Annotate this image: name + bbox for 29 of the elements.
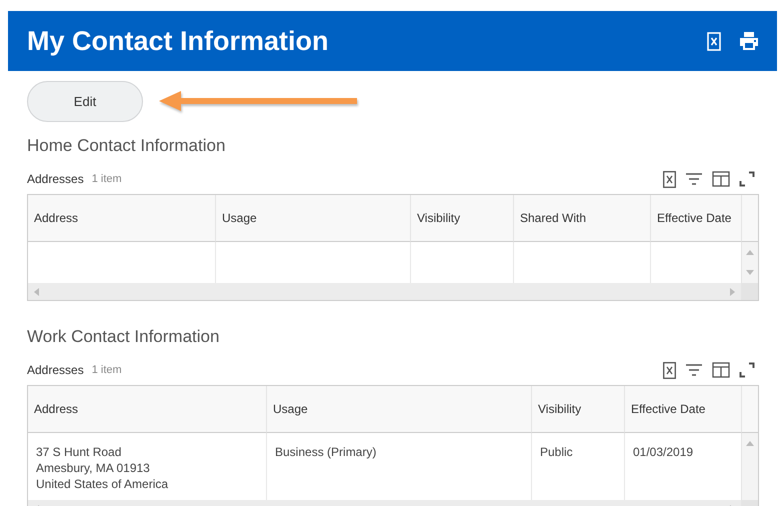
section-title: Home Contact Information <box>27 136 226 156</box>
section-title: Work Contact Information <box>27 327 220 347</box>
expand-icon[interactable] <box>739 171 755 187</box>
vertical-scrollbar[interactable] <box>741 433 758 500</box>
scrollbar-corner <box>741 283 758 300</box>
columns-icon[interactable] <box>712 362 730 378</box>
expand-icon[interactable] <box>739 362 755 378</box>
column-header[interactable]: Address <box>28 386 266 433</box>
column-header[interactable]: Effective Date <box>624 386 741 433</box>
print-icon[interactable] <box>739 31 759 51</box>
filter-icon[interactable] <box>685 172 703 186</box>
columns-icon[interactable] <box>712 171 730 187</box>
excel-export-icon[interactable] <box>663 170 676 188</box>
column-header[interactable]: Visibility <box>410 195 513 242</box>
excel-export-icon[interactable] <box>663 362 676 378</box>
column-header[interactable]: Usage <box>266 386 531 433</box>
table-cell-text: 37 S Hunt Road Amesbury, MA 01913 United States of America <box>35 444 170 493</box>
item-count: 1 item <box>92 364 123 376</box>
column-header[interactable]: Effective Date <box>650 195 741 242</box>
filter-icon[interactable] <box>685 363 703 377</box>
column-header[interactable]: Address <box>28 195 215 242</box>
item-count: 1 item <box>92 173 123 185</box>
table-title: Addresses <box>27 363 84 377</box>
edit-button[interactable]: Edit <box>27 81 143 122</box>
column-header[interactable]: Shared With <box>513 195 650 242</box>
column-header[interactable]: Usage <box>215 195 410 242</box>
column-header[interactable]: Visibility <box>531 386 624 433</box>
table-title: Addresses <box>27 172 84 186</box>
page-title: My Contact Information <box>27 26 330 56</box>
